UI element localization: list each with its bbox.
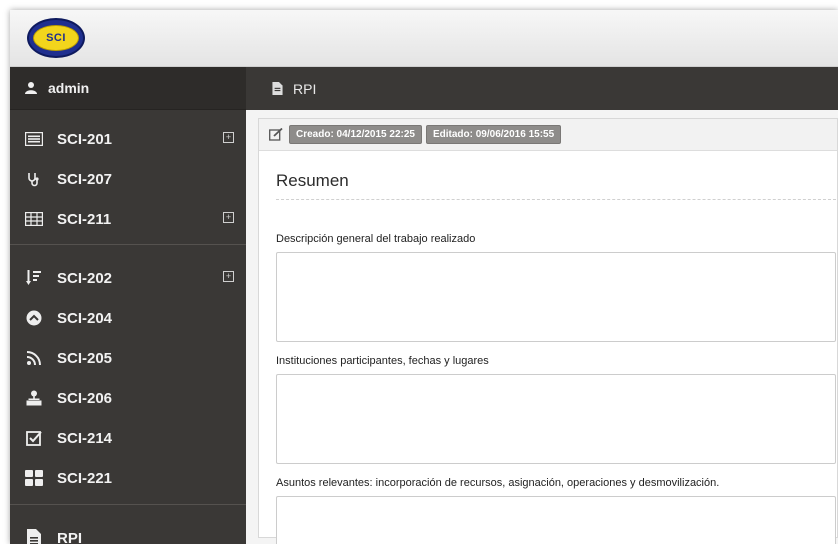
- expand-icon[interactable]: +: [223, 212, 234, 223]
- sidebar-item-sci-206[interactable]: SCI-206: [10, 379, 246, 417]
- created-badge: Creado: 04/12/2015 22:25: [289, 125, 422, 144]
- panel-header: Creado: 04/12/2015 22:25 Editado: 09/06/…: [259, 119, 837, 151]
- sidebar-item-sci-204[interactable]: SCI-204: [10, 299, 246, 337]
- file-icon: [25, 529, 43, 544]
- rss-icon: [25, 349, 43, 367]
- field-label: Instituciones participantes, fechas y lu…: [276, 355, 489, 367]
- sidebar-item-label: SCI-201: [57, 130, 113, 148]
- user-name: admin: [48, 80, 90, 96]
- sci-logo[interactable]: SCI: [27, 18, 85, 58]
- field-label: Descripción general del trabajo realizad…: [276, 233, 476, 245]
- section-title: Resumen: [276, 171, 349, 190]
- sidebar-item-label: SCI-205: [57, 349, 113, 367]
- stethoscope-icon: [25, 170, 43, 188]
- list-icon: [25, 130, 43, 148]
- descripcion-textarea[interactable]: [276, 252, 836, 342]
- sidebar-item-sci-214[interactable]: SCI-214: [10, 419, 246, 457]
- sidebar-item-sci-211[interactable]: SCI-211 +: [10, 200, 246, 238]
- user-menu[interactable]: admin: [10, 67, 246, 110]
- instituciones-textarea[interactable]: [276, 374, 836, 464]
- sidebar-item-rpi[interactable]: RPI: [10, 519, 246, 544]
- field-label: Asuntos relevantes: incorporación de rec…: [276, 477, 720, 489]
- expand-icon[interactable]: +: [223, 132, 234, 143]
- divider: [10, 244, 246, 245]
- sidebar-item-label: SCI-204: [57, 309, 113, 327]
- user-icon: [24, 81, 40, 95]
- asuntos-textarea[interactable]: [276, 496, 836, 544]
- sitemap-icon: [25, 389, 43, 407]
- sidebar-item-sci-205[interactable]: SCI-205: [10, 339, 246, 377]
- sidebar-item-sci-201[interactable]: SCI-201 +: [10, 120, 246, 158]
- divider: [10, 504, 246, 505]
- sidebar-item-label: SCI-211: [57, 210, 112, 228]
- chevron-circle-up-icon: [25, 309, 43, 327]
- sidebar-item-label: RPI: [57, 529, 83, 544]
- table-icon: [25, 210, 43, 228]
- form-panel: Creado: 04/12/2015 22:25 Editado: 09/06/…: [258, 118, 838, 544]
- file-icon: [272, 82, 283, 95]
- content-header: RPI: [246, 67, 838, 110]
- sidebar-item-sci-221[interactable]: SCI-221: [10, 459, 246, 497]
- th-large-icon: [25, 469, 43, 487]
- sidebar-item-sci-202[interactable]: SCI-202 +: [10, 259, 246, 297]
- sidebar-item-label: SCI-207: [57, 170, 113, 188]
- logo-text: SCI: [33, 25, 79, 51]
- sort-icon: [25, 269, 43, 287]
- page-title: RPI: [293, 80, 317, 97]
- sidebar: admin SCI-201 + SCI-207 SCI-211 + SCI-20…: [10, 67, 246, 544]
- divider: [276, 199, 836, 200]
- expand-icon[interactable]: +: [223, 271, 234, 282]
- edit-icon[interactable]: [269, 128, 283, 142]
- top-bar: SCI: [10, 10, 838, 67]
- sidebar-item-label: SCI-202: [57, 269, 113, 287]
- sidebar-item-label: SCI-214: [57, 429, 113, 447]
- sidebar-item-sci-207[interactable]: SCI-207: [10, 160, 246, 198]
- sidebar-item-label: SCI-206: [57, 389, 113, 407]
- edited-badge: Editado: 09/06/2016 15:55: [425, 125, 562, 144]
- checkbox-icon: [25, 429, 43, 447]
- sidebar-item-label: SCI-221: [57, 469, 113, 487]
